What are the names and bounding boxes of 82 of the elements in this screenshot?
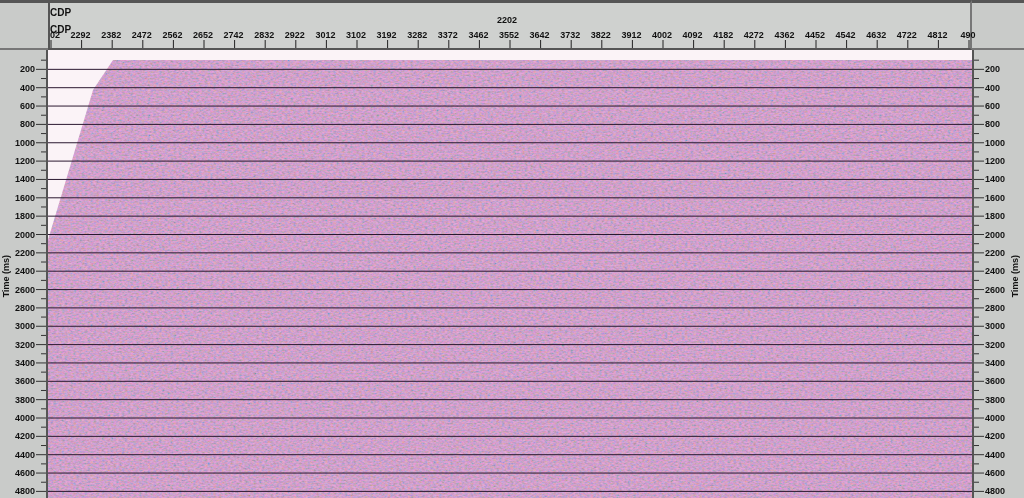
axis-tick-label: 4092 — [682, 30, 703, 40]
axis-tick-label: 2200 — [985, 246, 1006, 259]
axis-tick-label: 4400 — [985, 448, 1006, 461]
axis-tick-label: 2800 — [985, 301, 1006, 314]
axis-tick-label: 1600 — [985, 191, 1006, 204]
axis-tick-label: 2000 — [985, 228, 1006, 241]
axis-tick-label: 4800 — [985, 485, 1006, 498]
axis-tick-label: 4600 — [14, 467, 35, 480]
axis-tick-label: 3200 — [985, 338, 1006, 351]
axis-tick-label: 2400 — [985, 265, 1006, 278]
axis-tick-label: 1200 — [985, 155, 1006, 168]
axis-tick-label: 800 — [19, 118, 35, 131]
axis-tick-label: 2400 — [14, 265, 35, 278]
axis-tick-label: 4632 — [866, 30, 887, 40]
axis-tick-label: 4002 — [652, 30, 672, 40]
axis-tick-label: 1200 — [14, 155, 35, 168]
axis-tick-label: 3000 — [985, 320, 1006, 333]
axis-tick-label: 400 — [19, 81, 35, 94]
axis-tick-label: 3192 — [376, 30, 397, 40]
axis-tick-label: 2652 — [193, 30, 213, 40]
axis-tick-label: 2382 — [101, 30, 122, 40]
axis-tick-label: 2600 — [14, 283, 35, 296]
axis-tick-label: 600 — [19, 100, 35, 113]
axis-tick-label: 4362 — [774, 30, 795, 40]
axis-tick-label: 3000 — [14, 320, 35, 333]
axis-tick-label: 4800 — [14, 485, 35, 498]
axis-tick-label: 3462 — [468, 30, 489, 40]
axis-tick-label: 4000 — [14, 412, 35, 424]
axis-tick-label: 2000 — [14, 228, 35, 241]
axis-tick-label: 2472 — [131, 30, 152, 40]
cdp-value-label: 2202 — [497, 15, 518, 25]
axis-tick-label: 1000 — [985, 136, 1006, 149]
axis-tick-label: 3642 — [529, 30, 550, 40]
axis-tick-label: 4542 — [835, 30, 856, 40]
axis-tick-label: 3800 — [14, 393, 35, 406]
axis-tick-label: 1000 — [14, 136, 35, 149]
axis-tick-label: 1400 — [985, 173, 1006, 186]
axis-tick-label: 3822 — [590, 30, 611, 40]
axis-tick-label: 4600 — [985, 467, 1006, 480]
axis-tick-label: 3600 — [985, 375, 1006, 388]
axis-tick-label: 4000 — [985, 412, 1006, 424]
axis-tick-label: 2800 — [14, 301, 35, 314]
axis-tick-label: 3600 — [14, 375, 35, 388]
axis-tick-label: 4722 — [896, 30, 917, 40]
axis-tick-label: 4272 — [743, 30, 764, 40]
axis-tick-label: 600 — [985, 100, 1001, 113]
axis-tick-label: 3200 — [14, 338, 35, 351]
axis-tick-label: 3282 — [407, 30, 428, 40]
axis-tick-label: 4452 — [805, 30, 825, 40]
axis-tick-label: 4812 — [927, 30, 948, 40]
axis-tick-label: 1400 — [14, 173, 35, 186]
axis-title: CDP — [50, 7, 72, 18]
axis-tick-label: 3400 — [14, 356, 35, 369]
axis-tick-label: 3400 — [985, 356, 1006, 369]
axis-title: Time (ms) — [1, 255, 11, 298]
axis-tick-label: 4182 — [713, 30, 734, 40]
axis-tick-label: 2562 — [162, 30, 183, 40]
axis-tick-label: 3732 — [560, 30, 581, 40]
axis-tick-label: 3552 — [499, 30, 519, 40]
axis-tick-label: 4200 — [14, 430, 35, 443]
axis-tick-label: 3800 — [985, 393, 1006, 406]
axis-tick-label: 2922 — [284, 30, 305, 40]
axis-tick-label: 2292 — [70, 30, 91, 40]
axis-tick-label: 3102 — [346, 30, 366, 40]
axis-tick-label: 200 — [985, 63, 1001, 76]
axis-tick-label: 1800 — [14, 210, 35, 223]
axis-tick-label: 800 — [985, 118, 1001, 131]
axis-tick-label: 1600 — [14, 191, 35, 204]
axis-tick-label: 2832 — [254, 30, 275, 40]
axis-tick-label: 3012 — [315, 30, 336, 40]
axis-title: Time (ms) — [1010, 255, 1020, 298]
axis-tick-label: 400 — [985, 81, 1001, 94]
axis-tick-label: 490 — [960, 30, 976, 40]
axis-tick-label: 200 — [19, 63, 35, 76]
axis-tick-label: 3372 — [437, 30, 458, 40]
axis-tick-label: 3912 — [621, 30, 642, 40]
axis-tick-label: 4400 — [14, 448, 35, 461]
axis-tick-label: 1800 — [985, 210, 1006, 223]
axis-tick-label: 2742 — [223, 30, 244, 40]
axis-tick-label: 2600 — [985, 283, 1006, 296]
axis-tick-label: 2200 — [14, 246, 35, 259]
axis-tick-label: 4200 — [985, 430, 1006, 443]
